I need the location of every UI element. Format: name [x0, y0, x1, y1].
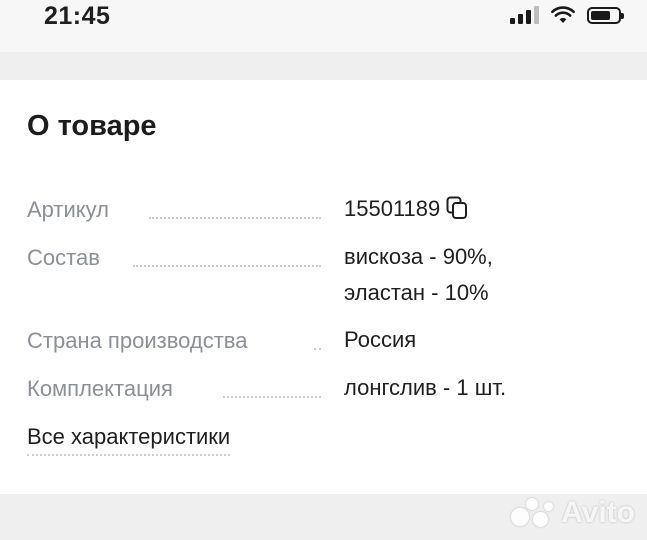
section-title: О товаре: [27, 110, 157, 142]
copy-icon[interactable]: [446, 196, 468, 220]
spec-value: лонгслив - 1 шт.: [344, 375, 507, 400]
spec-value: вискоза - 90%, эластан - 10%: [344, 239, 493, 311]
leader-dots: [149, 217, 321, 219]
spec-label: Страна производства: [27, 328, 248, 353]
avito-logo-icon: [511, 498, 557, 528]
leader-dots: [314, 348, 321, 350]
cellular-signal-icon: [510, 6, 539, 24]
spec-label: Состав: [27, 245, 100, 270]
leader-dots: [223, 396, 321, 398]
battery-icon: [587, 6, 624, 24]
status-time: 21:45: [44, 2, 111, 30]
all-characteristics-link[interactable]: Все характеристики: [27, 424, 231, 456]
article-number[interactable]: 15501189: [344, 196, 440, 221]
product-info-card: О товаре Артикул 15501189 Состав вискоза…: [0, 80, 647, 494]
spec-value: Россия: [344, 327, 417, 352]
spec-row-composition: Состав вискоза - 90%, эластан - 10%: [27, 244, 627, 315]
wifi-icon: [551, 6, 575, 23]
leader-dots: [133, 265, 321, 267]
status-icons: [510, 6, 624, 24]
spec-label: Артикул: [27, 197, 110, 222]
avito-watermark: Avito: [511, 496, 635, 530]
composition-line-2: эластан - 10%: [344, 280, 489, 305]
spec-label: Комплектация: [27, 376, 173, 401]
status-bar: 21:45: [0, 0, 647, 52]
spec-value: 15501189: [344, 191, 468, 227]
watermark-text: Avito: [561, 496, 635, 529]
composition-line-1: вискоза - 90%,: [344, 244, 493, 269]
